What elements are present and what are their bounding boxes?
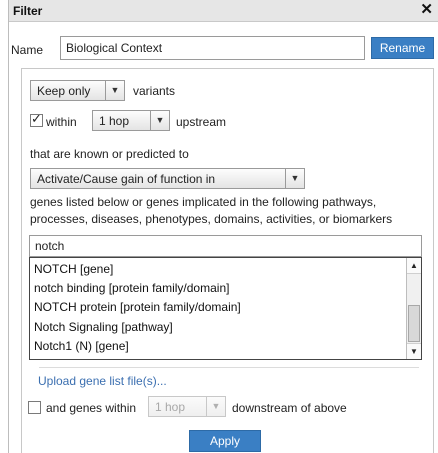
downstream-suffix: downstream of above <box>232 401 347 415</box>
dialog-title: Filter <box>13 4 43 18</box>
suggestion-item[interactable]: NOTCH protein [protein family/domain] <box>34 300 241 314</box>
variants-label: variants <box>133 84 176 98</box>
name-label: Name <box>11 43 44 57</box>
gene-search-input[interactable] <box>29 235 422 257</box>
within-label: within <box>46 115 77 129</box>
suggestion-item[interactable]: Notch Signaling [pathway] <box>34 320 173 334</box>
title-bar: Filter ✕ <box>9 0 438 22</box>
within-checkbox[interactable]: ✓ <box>30 111 43 127</box>
close-icon[interactable]: ✕ <box>420 2 433 18</box>
chevron-down-icon: ▼ <box>285 169 304 188</box>
filter-dialog: Filter ✕ Name Rename Keep only ▼ variant… <box>8 0 438 453</box>
suggestion-item[interactable]: NOTCH [gene] <box>34 262 113 276</box>
suggestion-list: NOTCH [gene] notch binding [protein fami… <box>29 257 422 360</box>
rename-button[interactable]: Rename <box>371 37 434 59</box>
description-line-1: genes listed below or genes implicated i… <box>30 195 377 209</box>
apply-button[interactable]: Apply <box>189 430 261 452</box>
downstream-checkbox[interactable] <box>28 401 41 414</box>
downstream-hop-select[interactable]: 1 hop ▼ <box>148 396 226 417</box>
effect-value: Activate/Cause gain of function in <box>37 172 216 186</box>
upstream-hop-value: 1 hop <box>99 114 130 128</box>
downstream-label: and genes within <box>46 401 137 415</box>
check-icon: ✓ <box>31 111 42 126</box>
scroll-thumb[interactable] <box>408 305 420 342</box>
upstream-label: upstream <box>176 115 227 129</box>
suggestion-item[interactable]: Notch1 (N) [gene] <box>34 339 129 353</box>
effect-select[interactable]: Activate/Cause gain of function in ▼ <box>30 168 305 189</box>
description-line-2: processes, diseases, phenotypes, domains… <box>30 212 393 226</box>
downstream-hop-value: 1 hop <box>155 400 186 414</box>
divider <box>39 367 419 368</box>
scroll-up-icon[interactable]: ▲ <box>407 258 421 274</box>
chevron-down-icon: ▼ <box>105 81 124 100</box>
suggestion-scrollbar[interactable]: ▲ ▼ <box>406 258 421 359</box>
chevron-down-icon: ▼ <box>150 111 169 130</box>
suggestion-item[interactable]: notch binding [protein family/domain] <box>34 281 229 295</box>
upload-gene-list-link[interactable]: Upload gene list file(s)... <box>38 374 167 388</box>
known-predicted-text: that are known or predicted to <box>30 147 189 161</box>
keep-mode-select[interactable]: Keep only ▼ <box>30 80 125 101</box>
scroll-down-icon[interactable]: ▼ <box>407 343 421 359</box>
upstream-hop-select[interactable]: 1 hop ▼ <box>92 110 170 131</box>
chevron-down-icon: ▼ <box>206 397 225 416</box>
keep-mode-value: Keep only <box>37 84 91 98</box>
name-input[interactable] <box>60 36 365 60</box>
